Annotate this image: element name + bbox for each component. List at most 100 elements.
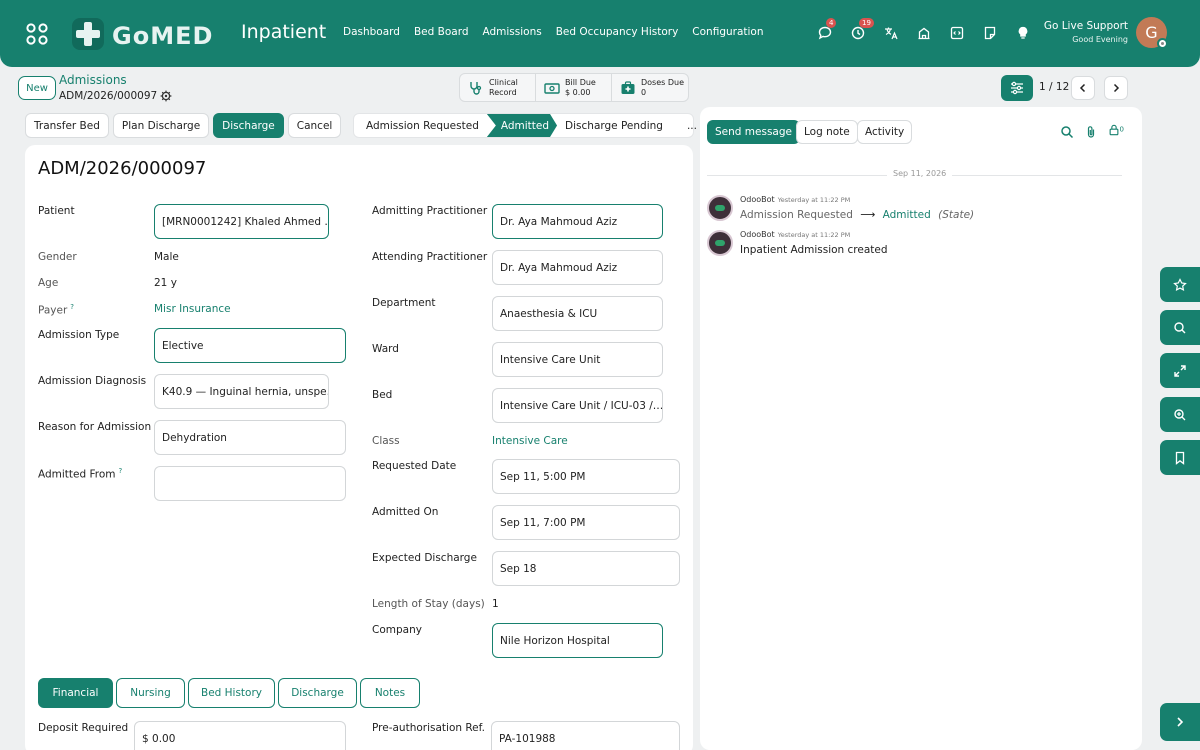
translate-icon[interactable] xyxy=(882,24,900,42)
length-of-stay-value: 1 xyxy=(492,598,499,610)
admission-diagnosis-field[interactable]: K40.9 — Inguinal hernia, unspe… xyxy=(154,374,329,409)
lightbulb-icon[interactable] xyxy=(1014,24,1032,42)
nav-dashboard[interactable]: Dashboard xyxy=(343,26,400,38)
medkit-icon xyxy=(621,80,635,94)
search-icon[interactable] xyxy=(1060,125,1074,139)
deposit-required-field[interactable]: $ 0.00 xyxy=(134,721,346,750)
help-tooltip-icon[interactable]: ? xyxy=(119,467,123,475)
note-icon[interactable] xyxy=(981,24,999,42)
odoobot-avatar[interactable] xyxy=(707,230,733,256)
filter-button[interactable] xyxy=(1001,75,1033,101)
messages-icon[interactable]: 4 xyxy=(816,18,837,42)
log-note-button[interactable]: Log note xyxy=(796,120,858,144)
attending-practitioner-field[interactable]: Dr. Aya Mahmoud Aziz xyxy=(492,250,663,285)
followers-button[interactable]: 0 xyxy=(1108,124,1124,139)
stat-doses-line1: Doses Due xyxy=(641,77,685,87)
company-field[interactable]: Nile Horizon Hospital xyxy=(492,623,663,658)
patient-field[interactable]: [MRN0001242] Khaled Ahmed … xyxy=(154,204,329,239)
expected-discharge-field[interactable]: Sep 18 xyxy=(492,551,680,586)
stat-clinical-line1: Clinical xyxy=(489,77,518,87)
stage-admitted[interactable]: Admitted xyxy=(486,114,558,137)
building-icon[interactable] xyxy=(915,24,933,42)
date-separator-text: Sep 11, 2026 xyxy=(887,169,953,178)
zoom-in-icon xyxy=(1174,408,1186,420)
plan-discharge-button[interactable]: Plan Discharge xyxy=(112,113,210,138)
ward-field[interactable]: Intensive Care Unit xyxy=(492,342,663,377)
smart-buttons: Clinical Record Bill Due $ 0.00 Doses Due 0 xyxy=(459,73,689,102)
admitted-from-field[interactable] xyxy=(154,466,346,501)
gender-value: Male xyxy=(154,251,179,263)
department-field[interactable]: Anaesthesia & ICU xyxy=(492,296,663,331)
admitting-practitioner-field[interactable]: Dr. Aya Mahmoud Aziz xyxy=(492,204,663,239)
breadcrumb-admissions[interactable]: Admissions xyxy=(59,73,127,87)
tracking-old-value: Admission Requested xyxy=(740,209,853,221)
bill-due-button[interactable]: Bill Due $ 0.00 xyxy=(536,74,612,101)
message-author[interactable]: OdooBot xyxy=(740,195,775,204)
requested-date-field[interactable]: Sep 11, 5:00 PM xyxy=(492,459,680,494)
pager-next-button[interactable] xyxy=(1104,76,1128,100)
apps-menu-icon[interactable] xyxy=(26,23,48,45)
class-link[interactable]: Intensive Care xyxy=(492,435,568,447)
doses-due-button[interactable]: Doses Due 0 xyxy=(612,74,688,101)
nav-bed-board[interactable]: Bed Board xyxy=(414,26,469,38)
money-icon xyxy=(544,82,560,94)
tab-bed-history[interactable]: Bed History xyxy=(188,678,275,708)
tab-nursing[interactable]: Nursing xyxy=(116,678,185,708)
transfer-bed-button[interactable]: Transfer Bed xyxy=(25,113,109,138)
tab-discharge[interactable]: Discharge xyxy=(278,678,357,708)
stage-discharge-pending[interactable]: Discharge Pending xyxy=(559,114,669,137)
ward-label: Ward xyxy=(372,343,399,355)
nav-admissions[interactable]: Admissions xyxy=(483,26,542,38)
nav-configuration[interactable]: Configuration xyxy=(692,26,763,38)
nav-bed-occupancy-history[interactable]: Bed Occupancy History xyxy=(556,26,679,38)
pager-previous-button[interactable] xyxy=(1071,76,1095,100)
pager-value[interactable]: 1 / 12 xyxy=(1039,81,1069,93)
search-tool-button[interactable] xyxy=(1160,310,1200,345)
discharge-button[interactable]: Discharge xyxy=(213,113,284,138)
support-greeting: Good Evening xyxy=(1072,35,1128,44)
admission-type-field[interactable]: Elective xyxy=(154,328,346,363)
tab-financial[interactable]: Financial xyxy=(38,678,113,708)
zoom-tool-button[interactable] xyxy=(1160,397,1200,432)
messages-badge: 4 xyxy=(826,18,837,28)
avatar-letter: G xyxy=(1145,23,1158,42)
expand-tool-button[interactable] xyxy=(1160,353,1200,388)
tab-notes[interactable]: Notes xyxy=(360,678,420,708)
clinical-record-button[interactable]: Clinical Record xyxy=(460,74,536,101)
reason-field[interactable]: Dehydration xyxy=(154,420,346,455)
bookmark-tool-button[interactable] xyxy=(1160,440,1200,475)
message-author[interactable]: OdooBot xyxy=(740,230,775,239)
bed-label: Bed xyxy=(372,389,393,401)
chevron-left-icon xyxy=(1079,83,1086,93)
department-label: Department xyxy=(372,297,436,309)
admitted-from-label-text: Admitted From xyxy=(38,468,116,481)
message-time: Yesterday at 11:22 PM xyxy=(777,196,851,204)
stage-admission-requested[interactable]: Admission Requested xyxy=(354,114,485,137)
paperclip-icon[interactable] xyxy=(1084,125,1098,139)
odoobot-avatar[interactable] xyxy=(707,195,733,221)
age-label: Age xyxy=(38,277,59,289)
message-header: OdooBot Yesterday at 11:22 PM xyxy=(740,230,850,239)
support-widget[interactable]: Go Live Support Good Evening xyxy=(1044,20,1128,44)
user-avatar[interactable]: G xyxy=(1136,17,1168,49)
payer-link[interactable]: Misr Insurance xyxy=(154,303,231,315)
activities-clock-icon[interactable]: 19 xyxy=(849,18,874,42)
expand-panel-button[interactable] xyxy=(1160,703,1200,741)
activity-button[interactable]: Activity xyxy=(857,120,913,144)
code-window-icon[interactable] xyxy=(948,24,966,42)
cancel-button[interactable]: Cancel xyxy=(287,113,342,138)
new-button[interactable]: New xyxy=(18,76,56,100)
favorite-tool-button[interactable] xyxy=(1160,267,1200,302)
gomed-logo[interactable]: GoMED xyxy=(72,18,222,52)
arrow-right-icon: ⟶ xyxy=(860,209,876,221)
bed-field[interactable]: Intensive Care Unit / ICU-03 /… xyxy=(492,388,663,423)
preauth-ref-field[interactable]: PA-101988 xyxy=(491,721,680,750)
admitted-on-field[interactable]: Sep 11, 7:00 PM xyxy=(492,505,680,540)
help-tooltip-icon[interactable]: ? xyxy=(70,303,74,311)
send-message-button[interactable]: Send message xyxy=(707,120,800,144)
company-label: Company xyxy=(372,624,422,636)
preauth-ref-label: Pre-authorisation Ref. xyxy=(372,722,485,734)
stat-doses-line2: 0 xyxy=(641,87,647,97)
gear-icon[interactable] xyxy=(160,90,172,102)
attending-practitioner-label: Attending Practitioner xyxy=(372,251,488,263)
